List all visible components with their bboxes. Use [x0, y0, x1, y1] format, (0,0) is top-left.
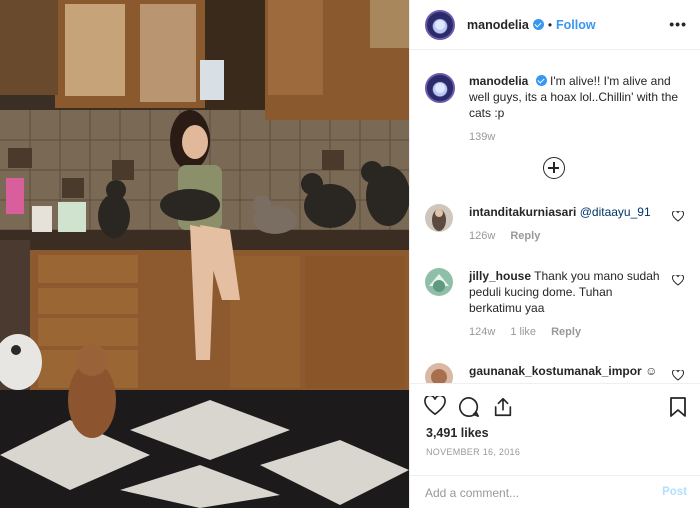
post-side-panel: manodelia • Follow ••• manodelia I'm ali… — [409, 0, 700, 508]
commenter-username[interactable]: intanditakurniasari — [469, 205, 576, 219]
comments-area[interactable]: manodelia I'm alive!! I'm alive and well… — [410, 51, 700, 383]
reply-button[interactable]: Reply — [510, 230, 540, 242]
avatar[interactable] — [425, 9, 455, 40]
load-more-comments-icon[interactable] — [543, 157, 565, 179]
commenter-username[interactable]: gaunanak_kostumanak_impor — [469, 364, 642, 378]
commenter-avatar[interactable] — [425, 204, 453, 232]
comment-timestamp[interactable]: 124w — [469, 326, 495, 338]
like-comment-heart-icon[interactable] — [672, 275, 684, 286]
comment-text: ☺ — [645, 364, 658, 378]
reply-button[interactable]: Reply — [551, 326, 581, 338]
comment-item: jilly_house Thank you mano sudah peduli … — [425, 268, 690, 338]
post-photo[interactable] — [0, 0, 409, 508]
comment-item: intanditakurniasari @ditaayu_91 126w Rep… — [425, 204, 690, 242]
separator-dot: • — [547, 17, 553, 32]
caption-username[interactable]: manodelia — [469, 74, 528, 88]
comment-text[interactable]: @ditaayu_91 — [580, 205, 651, 219]
post-caption: manodelia I'm alive!! I'm alive and well… — [425, 73, 690, 143]
comment-item: gaunanak_kostumanak_impor ☺ — [425, 363, 690, 383]
post-actions: 3,491 likes NOVEMBER 16, 2016 Post — [410, 383, 700, 508]
comment-input[interactable] — [425, 484, 645, 502]
author-username[interactable]: manodelia — [467, 18, 529, 32]
commenter-username[interactable]: jilly_house — [469, 269, 531, 283]
comment-timestamp[interactable]: 126w — [469, 230, 495, 242]
like-count[interactable]: 3,491 likes — [426, 426, 489, 440]
post-header: manodelia • Follow ••• — [410, 0, 700, 50]
commenter-avatar[interactable] — [425, 363, 453, 383]
like-heart-icon[interactable] — [424, 396, 446, 416]
caption-avatar[interactable] — [425, 73, 455, 103]
follow-button[interactable]: Follow — [556, 18, 596, 32]
add-comment-bar: Post — [410, 475, 700, 508]
caption-timestamp[interactable]: 139w — [469, 131, 690, 143]
post-comment-button[interactable]: Post — [662, 486, 687, 498]
comment-bubble-icon[interactable] — [458, 396, 480, 418]
commenter-avatar[interactable] — [425, 268, 453, 296]
verified-badge-icon — [535, 75, 547, 86]
more-options-icon[interactable]: ••• — [669, 16, 687, 32]
post-date[interactable]: NOVEMBER 16, 2016 — [426, 447, 520, 457]
comment-like-count[interactable]: 1 like — [510, 326, 536, 338]
like-comment-heart-icon[interactable] — [672, 211, 684, 222]
like-comment-heart-icon[interactable] — [672, 370, 684, 381]
bookmark-icon[interactable] — [669, 396, 687, 418]
verified-badge-icon — [532, 19, 544, 30]
kitchen-cats-photo — [0, 0, 409, 508]
share-icon[interactable] — [492, 396, 514, 418]
